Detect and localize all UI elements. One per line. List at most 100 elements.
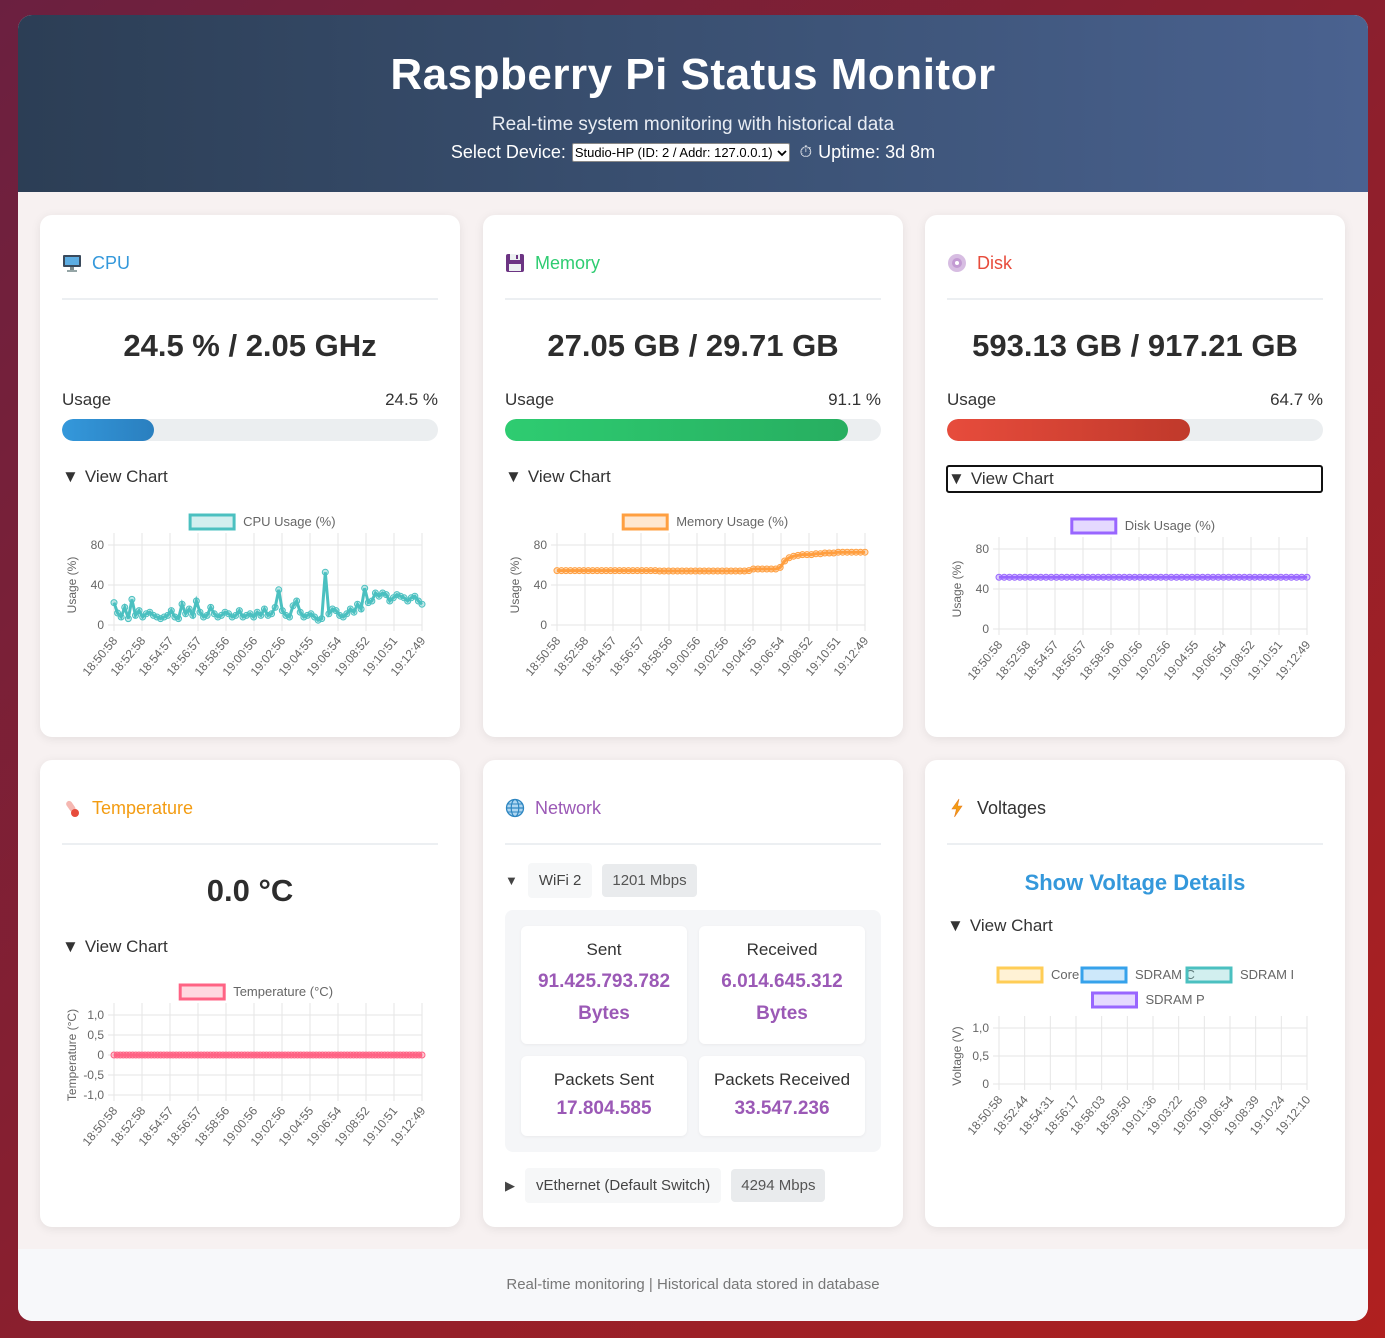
app-window: Raspberry Pi Status Monitor Real-time sy… xyxy=(18,15,1368,1321)
cpu-chart: CPU Usage (%)18:50:5818:52:5818:54:5718:… xyxy=(65,513,429,679)
data-point xyxy=(293,597,301,605)
memory-usage-row: Usage 91.1 % xyxy=(505,390,881,410)
y-tick-label: 0 xyxy=(97,1048,104,1062)
data-point xyxy=(357,605,365,613)
data-point xyxy=(128,595,136,603)
memory-value: 27.05 GB / 29.71 GB xyxy=(547,328,839,363)
disk-chart: Disk Usage (%)18:50:5818:52:5818:54:5718… xyxy=(950,517,1314,683)
data-point xyxy=(260,605,268,613)
network-stats-panel: Sent 91.425.793.782 Bytes Received 6.014… xyxy=(505,910,881,1152)
data-point xyxy=(124,615,132,623)
y-tick-label: 0,5 xyxy=(972,1049,989,1063)
caret-down-icon: ▼ xyxy=(947,916,964,935)
data-point xyxy=(382,591,390,599)
data-point xyxy=(121,603,129,611)
show-voltage-details-link[interactable]: Show Voltage Details xyxy=(947,870,1323,896)
y-axis-label: Usage (%) xyxy=(508,557,522,614)
data-point xyxy=(285,613,293,621)
data-point xyxy=(318,615,326,623)
y-tick-label: 80 xyxy=(976,542,990,556)
voltages-card: Voltages Show Voltage Details ▼ View Cha… xyxy=(925,760,1345,1227)
temperature-card-title: Temperature xyxy=(62,782,438,845)
legend-label: Temperature (°C) xyxy=(233,984,333,999)
data-point xyxy=(189,611,197,619)
legend-swatch xyxy=(178,983,226,1001)
data-point xyxy=(368,597,376,605)
memory-chart: Memory Usage (%)18:50:5818:52:5818:54:57… xyxy=(508,513,872,679)
cpu-card-title: CPU xyxy=(62,237,438,300)
lightning-icon xyxy=(951,798,963,818)
y-tick-label: 0,5 xyxy=(87,1028,104,1042)
disk-card: Disk 593.13 GB / 917.21 GB Usage 64.7 % … xyxy=(925,215,1345,737)
voltages-view-chart-toggle[interactable]: ▼ View Chart xyxy=(947,914,1323,938)
network-title: Network xyxy=(535,797,602,818)
data-point xyxy=(271,603,279,611)
interface-speed: 1201 Mbps xyxy=(602,864,697,897)
data-point xyxy=(192,597,200,605)
legend-label: Disk Usage (%) xyxy=(1125,518,1215,533)
legend-label: SDRAM I xyxy=(1240,967,1294,982)
received-value: 6.014.645.312 Bytes xyxy=(721,971,843,1024)
voltages-view-chart-label: View Chart xyxy=(969,916,1053,935)
legend-swatch xyxy=(1091,991,1138,1009)
disk-view-chart-toggle[interactable]: ▼ View Chart xyxy=(946,465,1323,493)
data-point xyxy=(1303,573,1311,581)
memory-view-chart-toggle[interactable]: ▼ View Chart xyxy=(505,465,881,489)
legend-swatch xyxy=(188,513,236,531)
cpu-view-chart-toggle[interactable]: ▼ View Chart xyxy=(62,465,438,489)
memory-title: Memory xyxy=(535,252,601,273)
data-point xyxy=(361,584,369,592)
memory-card-title: Memory xyxy=(505,237,881,300)
disk-usage-row: Usage 64.7 % xyxy=(947,390,1323,410)
temperature-view-chart-toggle[interactable]: ▼ View Chart xyxy=(62,935,438,959)
y-tick-label: -0,5 xyxy=(83,1068,104,1082)
thermometer-icon xyxy=(66,800,79,817)
y-tick-label: 0 xyxy=(97,618,104,632)
disk-card-title: Disk xyxy=(947,237,1323,300)
y-axis-label: Voltage (V) xyxy=(950,1026,964,1085)
disk-view-chart-label: View Chart xyxy=(970,469,1054,488)
network-interface-vethernet[interactable]: ▶ vEthernet (Default Switch) 4294 Mbps xyxy=(505,1168,881,1203)
y-tick-label: 40 xyxy=(91,578,105,592)
data-point xyxy=(203,611,211,619)
y-tick-label: 40 xyxy=(976,582,990,596)
header: Raspberry Pi Status Monitor Real-time sy… xyxy=(18,15,1368,192)
sent-label: Sent xyxy=(586,940,622,959)
device-select[interactable]: Studio-HP (ID: 2 / Addr: 127.0.0.1) xyxy=(571,143,790,162)
cpu-title: CPU xyxy=(92,252,131,273)
data-point xyxy=(861,548,869,556)
data-point xyxy=(135,607,143,615)
memory-usage-bar xyxy=(505,419,881,441)
disk-usage-bar-fill xyxy=(947,419,1191,441)
packets-received-value: 33.547.236 xyxy=(734,1098,830,1119)
interface-name: WiFi 2 xyxy=(527,863,593,898)
y-tick-label: 80 xyxy=(534,538,548,552)
voltages-card-title: Voltages xyxy=(947,782,1323,845)
packets-sent-stat: Packets Sent 17.804.585 xyxy=(521,1056,687,1136)
sent-stat: Sent 91.425.793.782 Bytes xyxy=(521,926,687,1044)
cpu-usage-label: Usage xyxy=(62,390,112,409)
data-point xyxy=(418,600,426,608)
network-interface-wifi[interactable]: ▼ WiFi 2 1201 Mbps xyxy=(505,863,881,898)
data-point xyxy=(776,563,784,571)
data-point xyxy=(110,599,118,607)
floppy-disk-icon xyxy=(506,254,524,272)
cpu-usage-bar-fill xyxy=(62,419,155,441)
disk-title: Disk xyxy=(977,252,1012,273)
y-tick-label: 0 xyxy=(540,618,547,632)
caret-down-icon: ▼ xyxy=(948,469,965,488)
memory-card: Memory 27.05 GB / 29.71 GB Usage 91.1 % … xyxy=(483,215,903,737)
y-tick-label: 1,0 xyxy=(87,1008,104,1022)
y-tick-label: 0 xyxy=(982,1077,989,1091)
legend-label: Memory Usage (%) xyxy=(676,514,788,529)
monitor-icon xyxy=(63,255,81,272)
disk-usage-percent: 64.7 % xyxy=(1270,390,1323,409)
interface-speed: 4294 Mbps xyxy=(731,1169,826,1202)
network-card: Network ▼ WiFi 2 1201 Mbps Sent 91.425.7… xyxy=(483,760,903,1227)
y-tick-label: -1,0 xyxy=(83,1088,104,1102)
packets-received-label: Packets Received xyxy=(713,1070,851,1089)
temperature-chart: Temperature (°C)18:50:5818:52:5818:54:57… xyxy=(65,983,429,1149)
voltages-chart: Core SDRAM C SDRAM ISDRAM P18:50:5818:52:4… xyxy=(950,966,1314,1138)
legend-swatch xyxy=(621,513,669,531)
y-axis-label: Temperature (°C) xyxy=(65,1009,79,1101)
